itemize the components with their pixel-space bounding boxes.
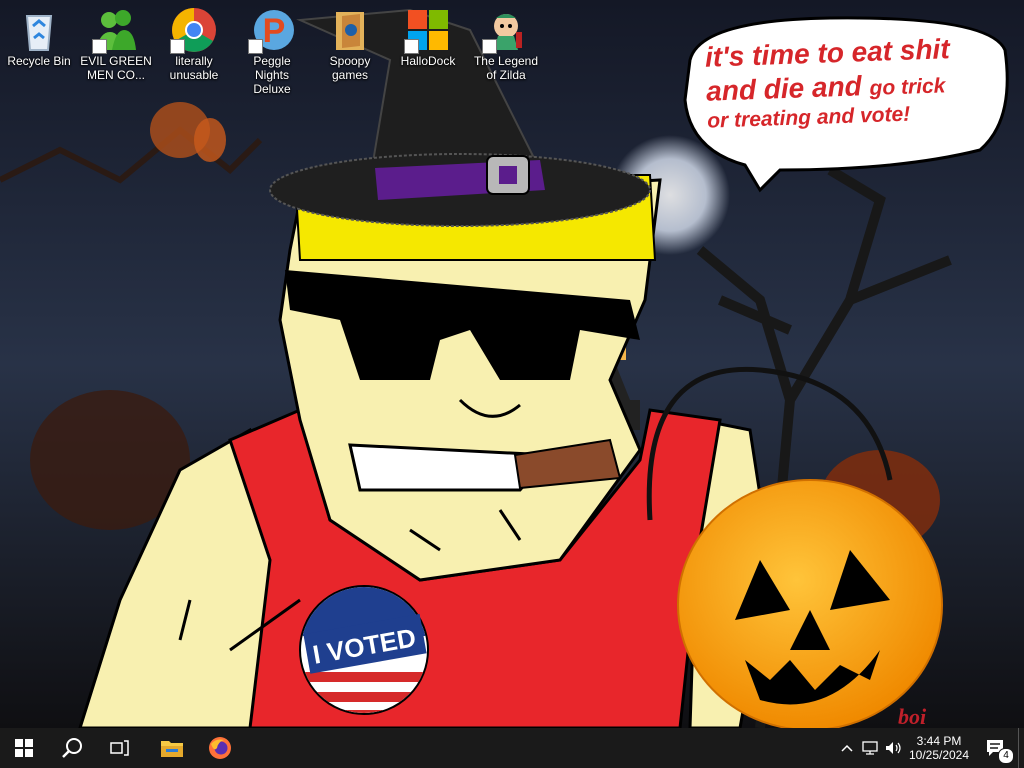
shortcut-arrow-icon [248,39,263,54]
file-explorer-icon [161,741,183,757]
desktop-icon-label: EVIL GREEN MEN CO... [80,54,152,82]
task-view-button[interactable] [96,728,144,768]
windows-start-icon [15,739,33,757]
clock[interactable]: 3:44 PM 10/25/2024 [906,728,972,768]
network-button[interactable] [858,728,882,768]
task-view-icon [110,740,129,756]
desktop-icon-literally-unusable[interactable]: literally unusable [156,4,232,96]
signature: boi [898,704,927,728]
tray-overflow-button[interactable] [836,728,858,768]
file-explorer-button[interactable] [148,728,196,768]
recycle-bin-icon [15,6,63,54]
desktop-icon-spoopy-games[interactable]: Spoopy games [312,4,388,96]
speech-text: it's time to eat shit and die and go tri… [704,33,951,133]
shortcut-arrow-icon [92,39,107,54]
clock-time: 3:44 PM [916,734,962,748]
windows-logo-icon [404,6,452,54]
start-button[interactable] [0,728,48,768]
search-icon [62,738,82,758]
volume-button[interactable] [882,728,906,768]
taskbar: 3:44 PM 10/25/2024 4 [0,728,1024,768]
network-icon [862,741,878,755]
desktop-icon-peggle[interactable]: P Peggle Nights Deluxe [234,4,310,96]
desktop-icon-label: The Legend of Zilda [473,54,539,82]
shortcut-arrow-icon [404,39,419,54]
desktop-icon-legend-of-zilda[interactable]: The Legend of Zilda [468,4,544,96]
chevron-up-icon [841,744,853,752]
clock-date: 10/25/2024 [908,748,970,762]
desktop-icon-label: Spoopy games [329,54,371,82]
desktop-icon-evil-green-men[interactable]: EVIL GREEN MEN CO... [78,4,154,96]
desktop-icon-recycle-bin[interactable]: Recycle Bin [1,4,77,96]
folder-icon [326,6,374,54]
desktop-icon-label: Peggle Nights Deluxe [253,54,291,96]
desktop-icon-hallodock[interactable]: HalloDock [390,4,466,96]
zilda-icon [482,6,530,54]
shortcut-arrow-icon [170,39,185,54]
notification-count-badge: 4 [998,748,1014,764]
desktop-icon-label: Recycle Bin [7,54,71,68]
show-desktop-button[interactable] [1018,728,1024,768]
peggle-icon: P [248,6,296,54]
firefox-icon [209,737,231,759]
firefox-button[interactable] [196,728,244,768]
shortcut-arrow-icon [482,39,497,54]
desktop-icon-label: HalloDock [400,54,456,68]
volume-icon [886,742,901,754]
chrome-icon [170,6,218,54]
notifications-button[interactable]: 4 [978,728,1014,768]
desktop-icon-label: literally unusable [169,54,219,82]
green-men-icon [92,6,140,54]
search-button[interactable] [48,728,96,768]
svg-text:P: P [263,12,286,50]
desktop[interactable]: I VOTED boi it's time to eat shit and di… [0,0,1024,728]
